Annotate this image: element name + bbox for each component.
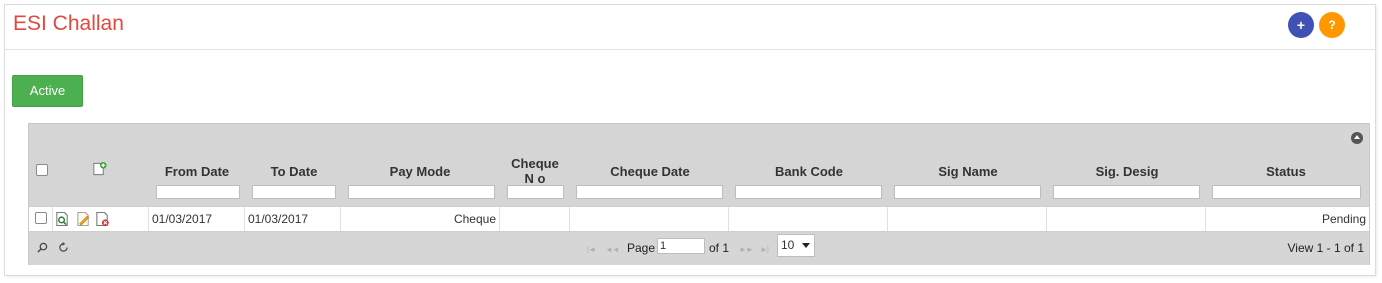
rows-per-page-select[interactable]: 10 [777, 234, 815, 257]
add-button[interactable]: + [1288, 12, 1314, 38]
table-row[interactable]: 01/03/2017 01/03/2017 Cheque Pending [29, 206, 1369, 232]
page-count-label: of 1 [709, 241, 730, 255]
grid-pager: |◄ ◄◄ Page 1 of 1 ►► ►| 10 View 1 - 1 of… [29, 233, 1369, 265]
filter-cheque-date[interactable] [576, 185, 723, 199]
col-header-bank-code[interactable]: Bank Code [734, 154, 884, 188]
col-header-sig-desig[interactable]: Sig. Desig [1052, 154, 1202, 188]
first-page-icon[interactable]: |◄ [587, 245, 596, 254]
select-all-checkbox[interactable] [36, 164, 48, 176]
cell-to-date: 01/03/2017 [245, 207, 341, 231]
filter-bank-code[interactable] [735, 185, 882, 199]
collapse-grid-icon[interactable] [1351, 132, 1363, 144]
filter-sig-desig[interactable] [1053, 185, 1200, 199]
filter-to-date[interactable] [252, 185, 336, 199]
page-number-input[interactable]: 1 [657, 238, 705, 254]
col-header-from-date[interactable]: From Date [150, 154, 244, 188]
col-header-cheque-date[interactable]: Cheque Date [575, 154, 725, 188]
filter-sig-name[interactable] [894, 185, 1041, 199]
cell-sig-desig [1047, 207, 1206, 231]
cell-status: Pending [1321, 212, 1366, 226]
panel-header: ESI Challan + ? [5, 5, 1375, 50]
cell-sig-name [888, 207, 1047, 231]
filter-pay-mode[interactable] [348, 185, 495, 199]
add-record-icon[interactable] [92, 161, 107, 177]
records-view-text: View 1 - 1 of 1 [1287, 241, 1365, 255]
row-checkbox[interactable] [35, 212, 47, 224]
next-page-icon[interactable]: ►► [739, 245, 754, 254]
cell-pay-mode: Cheque [341, 207, 500, 231]
col-header-pay-mode[interactable]: Pay Mode [345, 154, 495, 188]
cell-cheque-date [570, 207, 729, 231]
row-actions-cell [53, 207, 149, 231]
filter-status[interactable] [1212, 185, 1361, 199]
grid-caption-bar [29, 124, 1369, 148]
chevron-down-icon [802, 243, 810, 248]
cell-from-date: 01/03/2017 [149, 207, 245, 231]
help-button[interactable]: ? [1319, 12, 1345, 38]
last-page-icon[interactable]: ►| [760, 245, 769, 254]
col-header-status[interactable]: Status [1211, 154, 1361, 188]
challan-grid: From Date To Date Pay Mode Cheque N o Ch… [28, 123, 1370, 265]
cell-bank-code [729, 207, 888, 231]
col-header-to-date[interactable]: To Date [247, 154, 341, 188]
view-record-icon[interactable] [55, 211, 70, 227]
filter-from-date[interactable] [156, 185, 240, 199]
page-label: Page [627, 241, 656, 255]
delete-record-icon[interactable] [95, 211, 110, 227]
row-select-cell [29, 207, 53, 231]
col-header-cheque-no[interactable]: Cheque N o [505, 154, 565, 188]
search-icon[interactable] [37, 242, 48, 253]
cell-cheque-no [500, 207, 570, 231]
esi-challan-panel: ESI Challan + ? Active From Date To Date… [4, 4, 1376, 276]
refresh-icon[interactable] [58, 242, 69, 253]
col-header-sig-name[interactable]: Sig Name [893, 154, 1043, 188]
rows-per-page-value: 10 [781, 238, 795, 252]
edit-record-icon[interactable] [76, 211, 91, 227]
active-filter-button[interactable]: Active [12, 75, 83, 107]
filter-cheque-no[interactable] [507, 185, 564, 199]
page-title: ESI Challan [13, 12, 124, 35]
prev-page-icon[interactable]: ◄◄ [605, 245, 620, 254]
